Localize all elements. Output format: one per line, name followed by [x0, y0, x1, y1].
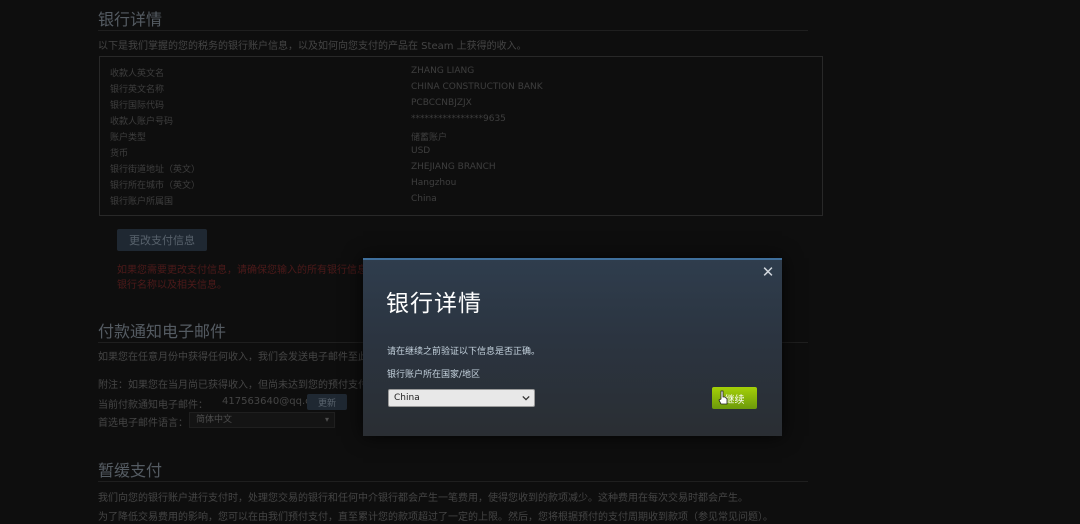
modal-description: 请在继续之前验证以下信息是否正确。: [387, 347, 541, 357]
bank-details-modal: ✕ 银行详情 请在继续之前验证以下信息是否正确。 银行账户所在国家/地区 Chi…: [363, 258, 782, 436]
country-value: China: [394, 393, 420, 403]
bank-info-page: 银行详情 以下是我们掌握的您的税务的银行账户信息，以及如何向您支付的产品在 St…: [0, 0, 1080, 524]
close-icon[interactable]: ✕: [760, 264, 776, 280]
country-label: 银行账户所在国家/地区: [387, 370, 481, 380]
country-select[interactable]: China: [388, 389, 535, 407]
hand-cursor-icon: [718, 390, 728, 405]
modal-title: 银行详情: [386, 291, 482, 317]
chevron-down-icon: [522, 395, 530, 401]
